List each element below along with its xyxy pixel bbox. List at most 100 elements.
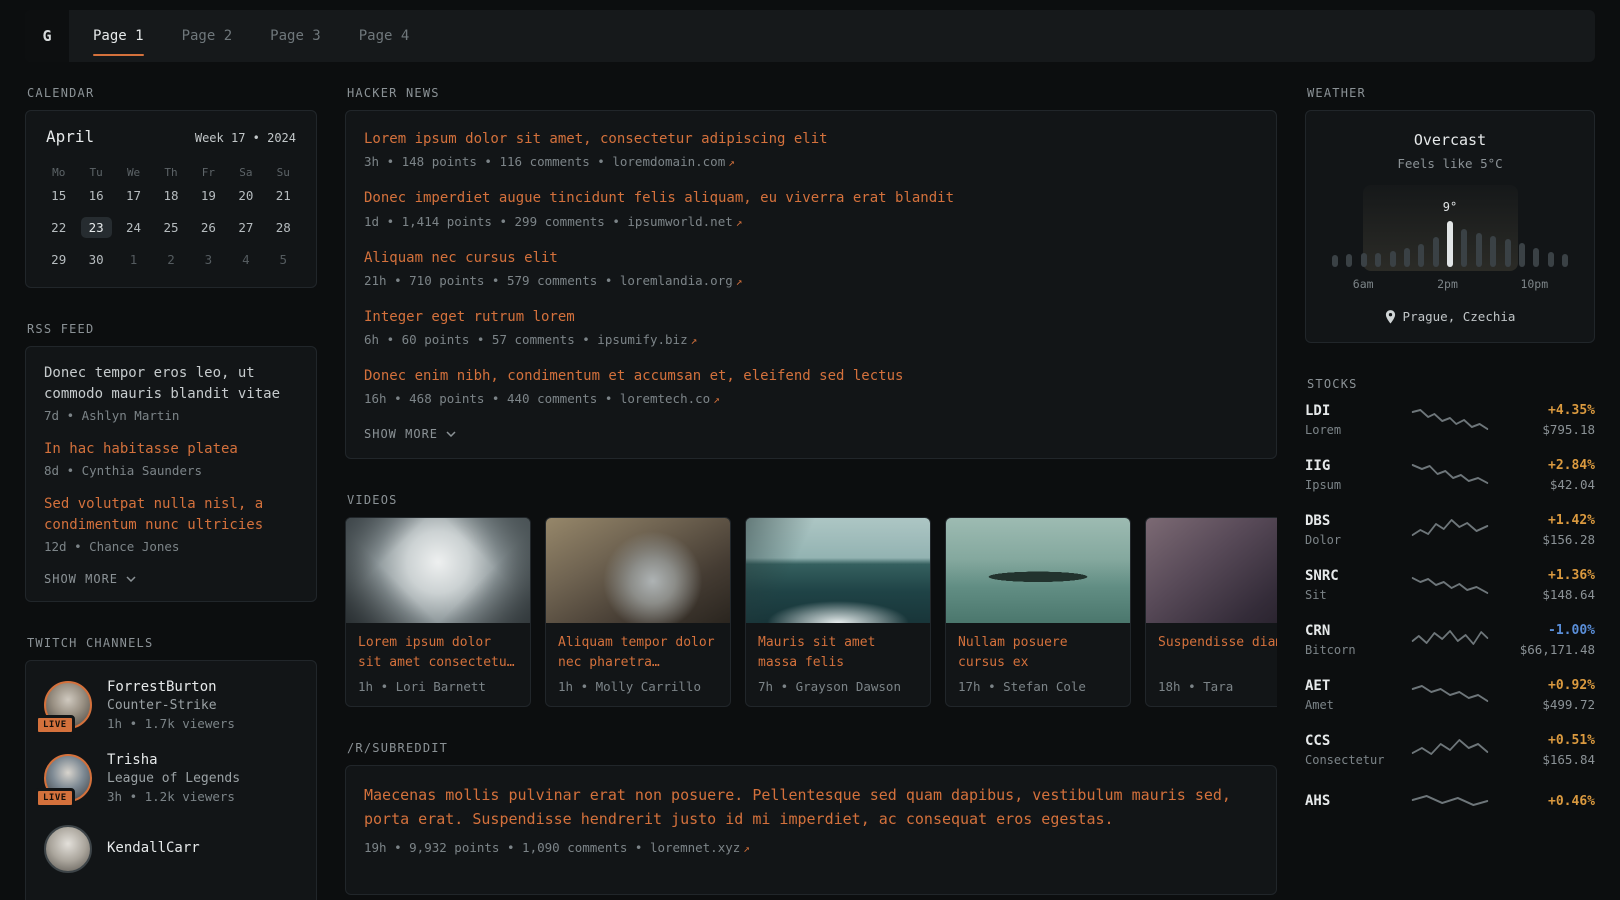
rss-item-title[interactable]: Sed volutpat nulla nisl, a condimentum n…	[44, 494, 298, 536]
twitch-channel-name: ForrestBurton	[107, 679, 235, 695]
calendar-day: 17	[115, 179, 152, 211]
weather-bar	[1390, 251, 1396, 267]
video-card[interactable]: Mauris sit amet massa felis 7h • Grayson…	[745, 517, 931, 707]
tab-page-2[interactable]: Page 2	[182, 10, 233, 62]
external-link-icon: ↗	[743, 842, 750, 855]
twitch-channel-name: KendallCarr	[107, 840, 200, 856]
video-title: Nullam posuere cursus ex	[958, 633, 1118, 672]
calendar-weekday: Fr	[190, 166, 227, 179]
calendar-day: 27	[227, 211, 264, 243]
hackernews-item: Integer eget rutrum lorem 6h • 60 points…	[364, 307, 1258, 347]
stock-row[interactable]: DBS Dolor +1.42% $156.28	[1305, 513, 1595, 547]
tab-page-3[interactable]: Page 3	[270, 10, 321, 62]
stock-change: +0.46%	[1489, 794, 1595, 809]
video-meta: 17h • Stefan Cole	[958, 679, 1118, 694]
weather-location-text: Prague, Czechia	[1403, 309, 1516, 324]
hackernews-item-title[interactable]: Donec imperdiet augue tincidunt felis al…	[364, 188, 1258, 208]
dashboard: CALENDAR April Week 17 • 2024 Mo Tu We T…	[0, 62, 1620, 900]
hackernews-item-meta: 3h • 148 points • 116 comments • loremdo…	[364, 154, 1258, 169]
stock-row[interactable]: CCS Consectetur +0.51% $165.84	[1305, 733, 1595, 767]
stocks-widget: LDI Lorem +4.35% $795.18 IIG Ipsum +2.84…	[1305, 401, 1595, 818]
stock-change: +2.84%	[1489, 458, 1595, 473]
hackernews-item-title[interactable]: Donec enim nibh, condimentum et accumsan…	[364, 366, 1258, 386]
subreddit-widget: Maecenas mollis pulvinar erat non posuer…	[345, 765, 1277, 895]
stock-price: $795.18	[1489, 422, 1595, 437]
calendar-day-next-month: 1	[115, 243, 152, 275]
calendar-day: 20	[227, 179, 264, 211]
weather-bar	[1404, 248, 1410, 267]
stock-row[interactable]: CRN Bitcorn -1.00% $66,171.48	[1305, 623, 1595, 657]
stock-name: Consectetur	[1305, 753, 1411, 767]
rss-item-meta: 7d • Ashlyn Martin	[44, 408, 298, 423]
tab-page-4[interactable]: Page 4	[359, 10, 410, 62]
weather-condition: Overcast	[1326, 131, 1574, 149]
calendar-dates-grid: 15 16 17 18 19 20 21 22 23 24 25 26 27 2…	[40, 179, 302, 275]
video-card[interactable]: Aliquam tempor dolor nec pharetra… 1h • …	[545, 517, 731, 707]
avatar-wrap: LIVE	[44, 754, 92, 802]
twitch-channel[interactable]: KendallCarr	[44, 825, 298, 873]
stock-row[interactable]: IIG Ipsum +2.84% $42.04	[1305, 458, 1595, 492]
twitch-channel[interactable]: LIVE Trisha League of Legends 3h • 1.2k …	[44, 752, 298, 804]
topbar: G Page 1 Page 2 Page 3 Page 4	[25, 10, 1595, 62]
hackernews-widget: Lorem ipsum dolor sit amet, consectetur …	[345, 110, 1277, 459]
video-meta: 1h • Lori Barnett	[358, 679, 518, 694]
stock-name: Bitcorn	[1305, 643, 1411, 657]
weather-bar	[1346, 254, 1352, 267]
stock-change: +4.35%	[1489, 403, 1595, 418]
hackernews-item-title[interactable]: Integer eget rutrum lorem	[364, 307, 1258, 327]
video-card[interactable]: Lorem ipsum dolor sit amet consectetu… 1…	[345, 517, 531, 707]
stock-row[interactable]: AHS +0.46%	[1305, 788, 1595, 818]
hackernews-item-title[interactable]: Lorem ipsum dolor sit amet, consectetur …	[364, 129, 1258, 149]
weather-bar	[1505, 239, 1511, 267]
calendar-widget: April Week 17 • 2024 Mo Tu We Th Fr Sa S…	[25, 110, 317, 288]
stock-name: Sit	[1305, 588, 1411, 602]
stock-row[interactable]: SNRC Sit +1.36% $148.64	[1305, 568, 1595, 602]
hackernews-item-meta: 21h • 710 points • 579 comments • loreml…	[364, 273, 1258, 288]
stock-row[interactable]: AET Amet +0.92% $499.72	[1305, 678, 1595, 712]
video-title: Suspendisse diam	[1158, 633, 1277, 672]
videos-section-title: VIDEOS	[347, 493, 1277, 507]
subreddit-post-meta: 19h • 9,932 points • 1,090 comments • lo…	[364, 840, 1258, 855]
calendar-day: 26	[190, 211, 227, 243]
rss-item: In hac habitasse platea 8d • Cynthia Sau…	[44, 439, 298, 478]
calendar-day: 18	[152, 179, 189, 211]
twitch-channel-game: Counter-Strike	[107, 698, 235, 713]
video-title: Mauris sit amet massa felis	[758, 633, 918, 672]
twitch-channel[interactable]: LIVE ForrestBurton Counter-Strike 1h • 1…	[44, 679, 298, 731]
rss-item-title[interactable]: Donec tempor eros leo, ut commodo mauris…	[44, 363, 298, 405]
avatar-wrap: LIVE	[44, 681, 92, 729]
calendar-month: April	[46, 127, 94, 146]
rss-show-more-button[interactable]: SHOW MORE	[44, 572, 136, 586]
right-column: WEATHER Overcast Feels like 5°C 9° 6am 2…	[1305, 86, 1595, 839]
video-thumbnail	[546, 518, 730, 623]
stock-price: $499.72	[1489, 697, 1595, 712]
video-card[interactable]: Nullam posuere cursus ex 17h • Stefan Co…	[945, 517, 1131, 707]
chevron-down-icon	[126, 576, 136, 582]
twitch-channel-game: League of Legends	[107, 771, 240, 786]
stock-price: $42.04	[1489, 477, 1595, 492]
hackernews-show-more-button[interactable]: SHOW MORE	[364, 427, 456, 441]
live-badge: LIVE	[35, 715, 75, 735]
calendar-day-next-month: 3	[190, 243, 227, 275]
calendar-weekday: Sa	[227, 166, 264, 179]
calendar-day: 28	[265, 211, 302, 243]
weather-bar	[1533, 248, 1539, 267]
tab-page-1[interactable]: Page 1	[93, 10, 144, 62]
stock-symbol: IIG	[1305, 458, 1411, 474]
hackernews-item-title[interactable]: Aliquam nec cursus elit	[364, 248, 1258, 268]
weather-bar	[1476, 233, 1482, 267]
stock-sparkline	[1411, 680, 1489, 710]
calendar-day: 30	[77, 243, 114, 275]
external-link-icon: ↗	[713, 393, 720, 406]
hackernews-item: Donec imperdiet augue tincidunt felis al…	[364, 188, 1258, 228]
twitch-channel-meta: 3h • 1.2k viewers	[107, 789, 240, 804]
stock-row[interactable]: LDI Lorem +4.35% $795.18	[1305, 403, 1595, 437]
stock-sparkline	[1411, 405, 1489, 435]
video-meta: 1h • Molly Carrillo	[558, 679, 718, 694]
weather-bar	[1361, 253, 1367, 267]
rss-item-title[interactable]: In hac habitasse platea	[44, 439, 298, 460]
subreddit-post-title[interactable]: Maecenas mollis pulvinar erat non posuer…	[364, 784, 1258, 831]
video-card[interactable]: Suspendisse diam 18h • Tara	[1145, 517, 1277, 707]
calendar-weekday: We	[115, 166, 152, 179]
weather-section-title: WEATHER	[1307, 86, 1595, 100]
